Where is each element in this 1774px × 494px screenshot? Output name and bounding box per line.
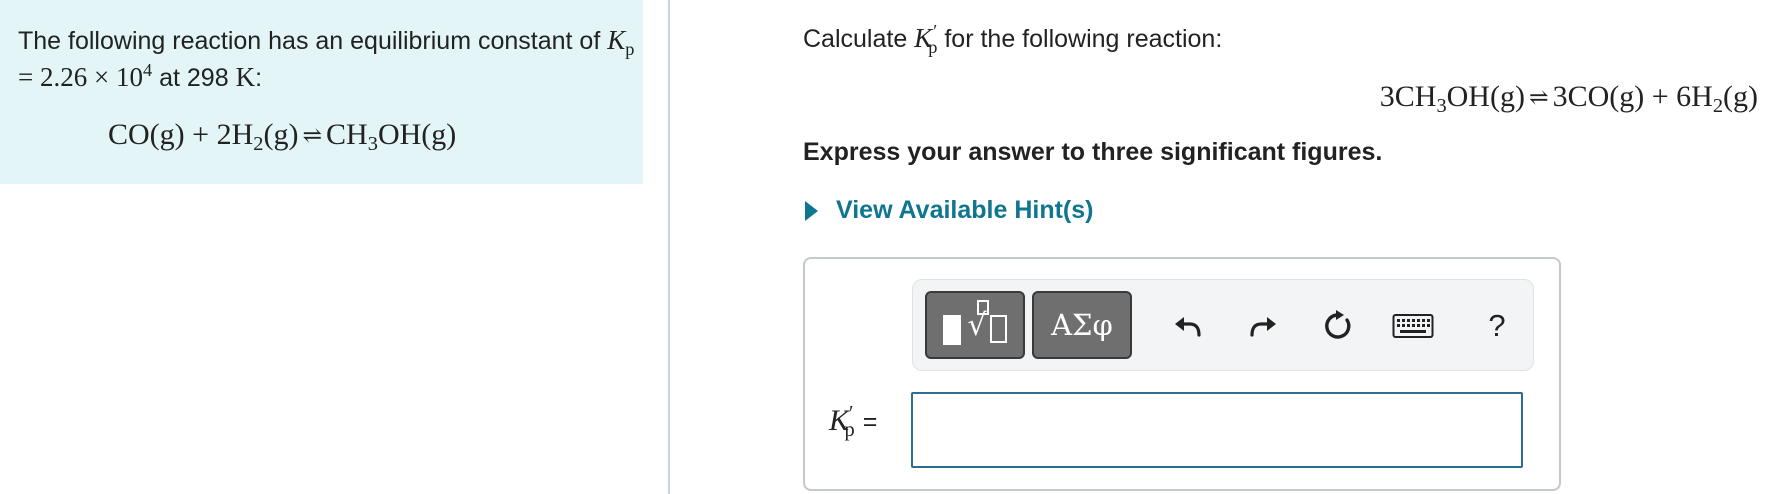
answer-label: K′p =: [829, 401, 878, 442]
temp-unit: K: [235, 62, 256, 92]
undo-icon[interactable]: [1166, 304, 1210, 348]
kp-prime-symbol: K′p: [914, 20, 938, 57]
intro-text: The following reaction has an equilibriu…: [18, 22, 638, 96]
math-toolbar: √ ΑΣφ ?: [912, 279, 1534, 371]
equilibrium-arrow-icon: ⇌: [1528, 85, 1549, 111]
equilibrium-arrow-icon: ⇌: [302, 123, 323, 149]
panel-divider: [668, 0, 670, 494]
colon: :: [255, 64, 263, 92]
question-text: Calculate K′p for the following reaction…: [803, 20, 1223, 57]
sqrt-icon: √: [967, 299, 990, 343]
caret-right-icon: [805, 200, 818, 221]
greek-symbols-button[interactable]: ΑΣφ: [1032, 291, 1132, 359]
target-reaction-equation: 3CH3OH(g) ⇌ 3CO(g) + 6H2(g): [1379, 80, 1758, 118]
view-hints-link[interactable]: View Available Hint(s): [803, 196, 1093, 225]
problem-intro-panel: The following reaction has an equilibriu…: [0, 0, 643, 184]
box-icon: [989, 315, 1007, 343]
keyboard-icon[interactable]: [1391, 304, 1435, 348]
templates-icon: [943, 315, 962, 345]
templates-button[interactable]: √: [925, 291, 1025, 359]
redo-icon[interactable]: [1241, 304, 1285, 348]
reset-icon[interactable]: [1316, 304, 1360, 348]
kp-value: = 2.26 × 104: [18, 59, 153, 92]
answer-input[interactable]: [911, 392, 1523, 468]
answer-box: √ ΑΣφ ? K′p =: [803, 257, 1561, 491]
given-reaction-equation: CO(g) + 2H2(g) ⇌ CH3OH(g): [108, 118, 457, 156]
kp-symbol: Kp: [607, 25, 635, 59]
at-text: at 298: [152, 64, 236, 92]
hint-label: View Available Hint(s): [836, 196, 1094, 224]
intro-text-part1: The following reaction has an equilibriu…: [18, 27, 608, 55]
instruction-text: Express your answer to three significant…: [803, 138, 1383, 166]
help-button[interactable]: ?: [1475, 304, 1519, 348]
